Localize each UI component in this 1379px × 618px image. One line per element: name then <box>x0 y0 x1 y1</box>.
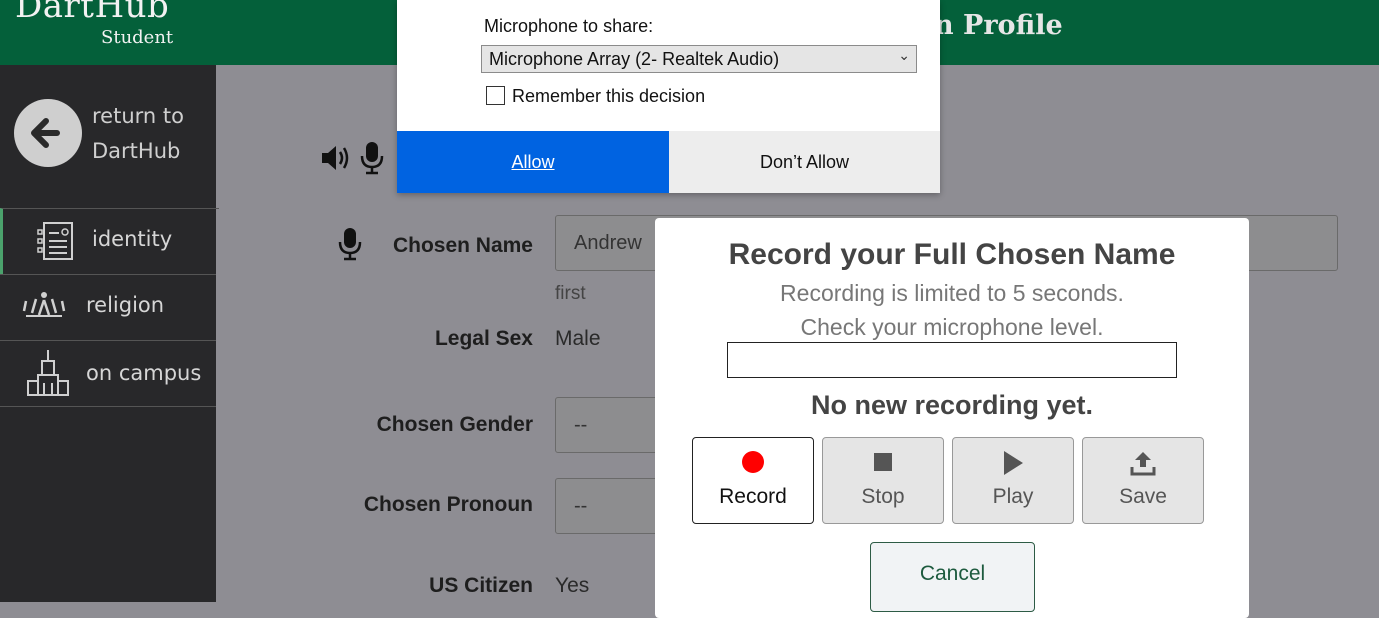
return-to-darthub-link[interactable]: return to DartHub <box>92 99 212 169</box>
microphone-share-label: Microphone to share: <box>484 16 654 36</box>
save-button[interactable]: Save <box>1082 437 1204 524</box>
recording-status: No new recording yet. <box>810 390 1094 420</box>
stop-square-icon <box>823 450 943 478</box>
stop-button-label: Stop <box>861 485 905 508</box>
microphone-icon[interactable] <box>360 141 384 179</box>
microphone-device-value: Microphone Array (2- Realtek Audio) <box>489 49 780 69</box>
remember-decision-label[interactable]: Remember this decision <box>512 86 705 107</box>
sidebar-item-identity[interactable]: identity <box>0 208 219 274</box>
logo-text[interactable]: DartHub <box>15 0 169 26</box>
sidebar-item-on-campus[interactable]: on campus <box>0 340 216 407</box>
sidebar-item-label: religion <box>86 293 165 317</box>
play-button-label: Play <box>992 485 1034 508</box>
record-button[interactable]: Record <box>692 437 814 524</box>
chosen-name-label: Chosen Name <box>392 234 533 257</box>
chosen-name-first-value: Andrew <box>574 232 642 254</box>
record-name-dialog: Record your Full Chosen Name Recording i… <box>655 218 1249 618</box>
chosen-gender-value: -- <box>574 414 588 436</box>
sidebar: return to DartHub identity religion on c… <box>0 65 219 602</box>
campus-building-icon <box>27 349 69 403</box>
play-triangle-icon <box>953 450 1073 480</box>
id-card-icon <box>36 221 76 265</box>
chosen-gender-label: Chosen Gender <box>376 413 533 436</box>
dialog-title: Record your Full Chosen Name <box>728 238 1176 271</box>
dont-allow-button[interactable]: Don’t Allow <box>669 131 940 193</box>
page-title: n Profile <box>934 10 1063 41</box>
sidebar-item-religion[interactable]: religion <box>0 274 216 340</box>
record-name-mic-icon[interactable] <box>338 227 362 265</box>
stop-button[interactable]: Stop <box>822 437 944 524</box>
speaker-icon[interactable] <box>320 143 352 177</box>
legal-sex-label: Legal Sex <box>434 327 533 350</box>
microphone-level-meter <box>727 342 1177 378</box>
chevron-down-icon: ⌄ <box>898 48 910 64</box>
play-button[interactable]: Play <box>952 437 1074 524</box>
dialog-subtitle-limit: Recording is limited to 5 seconds. <box>780 280 1124 306</box>
back-arrow-icon[interactable] <box>14 99 82 167</box>
us-citizen-label: US Citizen <box>429 574 533 597</box>
sidebar-item-label: on campus <box>86 361 202 385</box>
remember-decision-checkbox[interactable] <box>486 86 505 105</box>
microphone-permission-popup: Microphone to share: Microphone Array (2… <box>397 0 940 193</box>
save-button-label: Save <box>1119 485 1167 508</box>
record-button-label: Record <box>719 485 787 508</box>
legal-sex-value: Male <box>555 327 601 350</box>
us-citizen-value: Yes <box>555 574 590 597</box>
upload-icon <box>1083 450 1203 480</box>
record-dot-icon <box>693 450 813 478</box>
chosen-name-first-hint: first <box>555 283 586 304</box>
microphone-device-select[interactable]: Microphone Array (2- Realtek Audio) ⌄ <box>481 45 917 73</box>
sidebar-item-label: identity <box>92 227 173 251</box>
lotus-icon <box>22 291 66 325</box>
chosen-pronoun-label: Chosen Pronoun <box>363 493 533 516</box>
allow-button[interactable]: Allow <box>397 131 669 193</box>
chosen-pronoun-value: -- <box>574 495 588 517</box>
logo-subtitle: Student <box>101 27 174 48</box>
dialog-subtitle-level: Check your microphone level. <box>800 314 1104 340</box>
